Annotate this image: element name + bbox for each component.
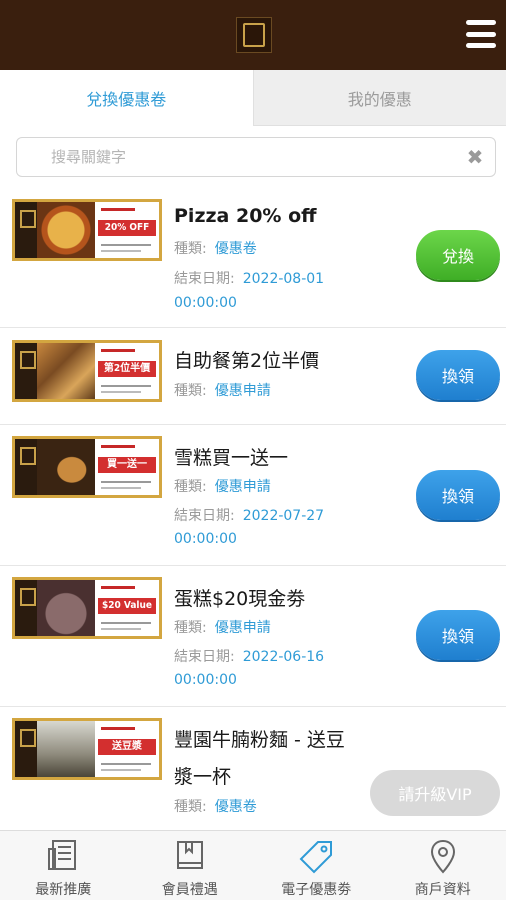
location-pin-icon xyxy=(430,839,455,874)
news-icon xyxy=(48,840,77,870)
coupon-end-date: 結束日期: 2022-08-01 xyxy=(174,268,324,288)
nav-e-coupons[interactable]: 電子優惠劵 xyxy=(253,831,380,900)
coupon-item[interactable]: $20 Value 蛋糕$20現金劵 種類: 優惠申請 結束日期: 2022-06-… xyxy=(0,566,506,707)
type-label: 種類: xyxy=(174,479,207,495)
book-icon xyxy=(176,841,203,869)
logo-icon xyxy=(236,17,272,53)
end-time-value: 00:00:00 xyxy=(174,672,237,688)
search-box: ✖ xyxy=(16,137,496,177)
end-time-value: 00:00:00 xyxy=(174,531,237,547)
coupon-item[interactable]: 第2位半價 自助餐第2位半價 種類: 優惠申請 換領 xyxy=(0,328,506,425)
coupon-title: 蛋糕$20現金劵 xyxy=(174,588,306,610)
end-label: 結束日期: xyxy=(174,271,235,287)
coupon-title-line2: 漿一杯 xyxy=(174,766,232,788)
coupon-type: 種類: 優惠卷 xyxy=(174,238,257,258)
tab-redeem-coupons[interactable]: 兌換優惠卷 xyxy=(0,70,253,126)
top-bar xyxy=(0,0,506,70)
coupon-title-line1: 豐園牛腩粉麵 - 送豆 xyxy=(174,729,345,751)
claim-button[interactable]: 換領 xyxy=(416,350,500,400)
coupon-thumbnail: 送豆漿 xyxy=(12,718,162,780)
coupon-type: 種類: 優惠申請 xyxy=(174,476,271,496)
coupon-end-date: 結束日期: 2022-06-16 xyxy=(174,646,324,666)
thumb-text: $20 Value xyxy=(98,598,156,614)
nav-merchants-label: 商戶資料 xyxy=(414,882,471,898)
type-value: 優惠卷 xyxy=(214,799,257,815)
type-value: 優惠申請 xyxy=(214,620,271,636)
tab-my-offers[interactable]: 我的優惠 xyxy=(252,70,506,126)
nav-news[interactable]: 最新推廣 xyxy=(0,831,127,900)
thumb-text: 20% OFF xyxy=(98,220,156,236)
coupon-type: 種類: 優惠申請 xyxy=(174,617,271,637)
coupon-type: 種類: 優惠申請 xyxy=(174,380,271,400)
tab-bar: 兌換優惠卷 我的優惠 xyxy=(0,70,506,126)
claim-button[interactable]: 換領 xyxy=(416,610,500,660)
coupon-item[interactable]: 買一送一 雪糕買一送一 種類: 優惠申請 結束日期: 2022-07-27 00:0… xyxy=(0,425,506,566)
redeem-button[interactable]: 兌換 xyxy=(416,230,500,280)
coupon-list: 20% OFF Pizza 20% off 種類: 優惠卷 結束日期: 2022-0… xyxy=(0,188,506,830)
coupon-title: 雪糕買一送一 xyxy=(174,447,289,469)
type-label: 種類: xyxy=(174,799,207,815)
type-label: 種類: xyxy=(174,383,207,399)
claim-button[interactable]: 換領 xyxy=(416,470,500,520)
hamburger-icon[interactable] xyxy=(466,20,496,48)
end-date-value: 2022-06-16 xyxy=(242,649,325,665)
search-input[interactable] xyxy=(51,142,451,172)
end-label: 結束日期: xyxy=(174,649,235,665)
tag-icon xyxy=(299,841,333,874)
coupon-thumbnail: 買一送一 xyxy=(12,436,162,498)
clear-icon[interactable]: ✖ xyxy=(465,147,485,167)
type-label: 種類: xyxy=(174,620,207,636)
nav-merchants[interactable]: 商戶資料 xyxy=(380,831,506,900)
coupon-thumbnail: 第2位半價 xyxy=(12,340,162,402)
end-time-value: 00:00:00 xyxy=(174,295,237,311)
nav-member-benefits-label: 會員禮遇 xyxy=(161,882,218,898)
end-label: 結束日期: xyxy=(174,508,235,524)
coupon-title: 自助餐第2位半價 xyxy=(174,350,320,372)
type-value: 優惠申請 xyxy=(214,383,271,399)
coupon-title: Pizza 20% off xyxy=(174,205,317,227)
type-value: 優惠申請 xyxy=(214,479,271,495)
coupon-thumbnail: 20% OFF xyxy=(12,199,162,261)
nav-e-coupons-label: 電子優惠劵 xyxy=(281,882,352,898)
thumb-text: 第2位半價 xyxy=(98,361,156,377)
end-date-value: 2022-08-01 xyxy=(242,271,325,287)
end-date-value: 2022-07-27 xyxy=(242,508,325,524)
type-label: 種類: xyxy=(174,241,207,257)
upgrade-vip-button[interactable]: 請升級VIP xyxy=(370,770,500,816)
type-value: 優惠卷 xyxy=(214,241,257,257)
nav-news-label: 最新推廣 xyxy=(35,882,92,898)
thumb-text: 送豆漿 xyxy=(98,739,156,755)
coupon-thumbnail: $20 Value xyxy=(12,577,162,639)
coupon-end-date: 結束日期: 2022-07-27 xyxy=(174,505,324,525)
coupon-item[interactable]: 20% OFF Pizza 20% off 種類: 優惠卷 結束日期: 2022-0… xyxy=(0,188,506,328)
coupon-type: 種類: 優惠卷 xyxy=(174,796,257,816)
thumb-text: 買一送一 xyxy=(98,457,156,473)
bottom-nav: 最新推廣 會員禮遇 電子優惠劵 商戶資料 xyxy=(0,830,506,900)
nav-member-benefits[interactable]: 會員禮遇 xyxy=(127,831,254,900)
